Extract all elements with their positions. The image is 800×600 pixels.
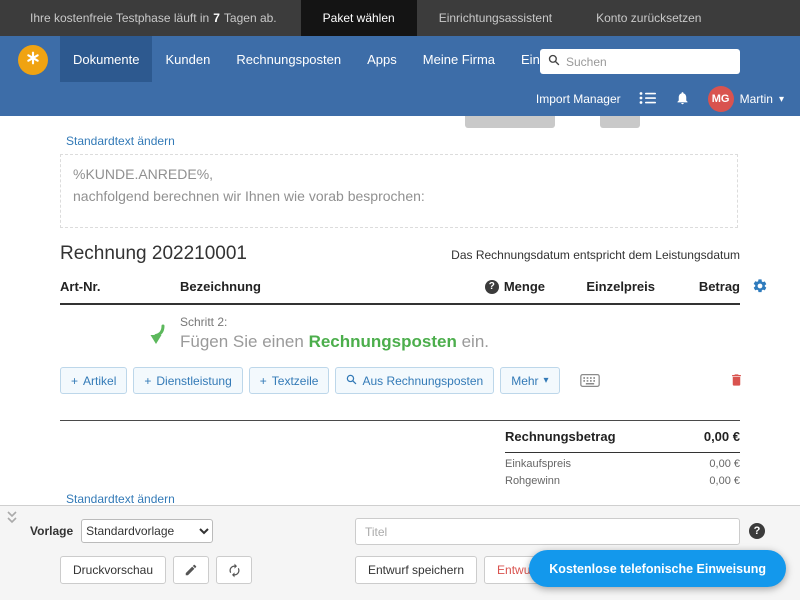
template-label: Vorlage — [30, 524, 73, 538]
gross-profit-row: Rohgewinn 0,00 € — [505, 470, 740, 487]
totals-block: Rechnungsbetrag 0,00 € Einkaufspreis 0,0… — [505, 421, 740, 487]
invoice-total-value: 0,00 € — [704, 429, 740, 444]
reset-account-button[interactable]: Konto zurücksetzen — [574, 0, 723, 36]
task-list-icon[interactable] — [639, 91, 657, 108]
table-settings-gear-icon[interactable] — [752, 278, 768, 299]
from-invoice-items-label: Aus Rechnungsposten — [362, 374, 483, 388]
step-text-after: ein. — [462, 332, 489, 351]
invoice-title-row: Rechnung 202210001 Das Rechnungsdatum en… — [60, 243, 740, 265]
cut-off-button[interactable] — [600, 116, 640, 128]
edit-standard-text-link-bottom[interactable]: Standardtext ändern — [66, 492, 175, 506]
navbar-secondary-row: Import Manager MG Martin ▾ — [0, 82, 800, 116]
choose-package-button[interactable]: Paket wählen — [301, 0, 417, 36]
add-service-button[interactable]: + Dienstleistung — [133, 367, 242, 394]
more-button[interactable]: Mehr ▾ — [500, 367, 559, 394]
from-invoice-items-button[interactable]: Aus Rechnungsposten — [335, 367, 494, 394]
column-art-nr: Art-Nr. — [60, 279, 180, 294]
trial-notice: Ihre kostenfreie Testphase läuft in 7 Ta… — [0, 0, 301, 36]
plus-icon: + — [71, 374, 78, 388]
avatar[interactable]: MG — [708, 86, 734, 112]
keyboard-shortcuts-icon[interactable] — [580, 373, 600, 388]
column-einzelpreis: Einzelpreis — [545, 279, 655, 294]
plus-icon: + — [260, 374, 267, 388]
title-input[interactable] — [355, 518, 740, 545]
search-icon — [548, 53, 560, 71]
chevron-down-icon: ▾ — [779, 94, 784, 105]
gross-profit-label: Rohgewinn — [505, 475, 560, 487]
menu-item-apps[interactable]: Apps — [354, 36, 410, 82]
step-hint: Schritt 2: Fügen Sie einen Rechnungspost… — [146, 315, 489, 354]
footer-left-buttons: Druckvorschau — [60, 556, 252, 584]
trial-text-suffix: Tagen ab. — [224, 11, 277, 25]
purchase-price-label: Einkaufspreis — [505, 458, 571, 470]
app-window: Ihre kostenfreie Testphase läuft in 7 Ta… — [0, 0, 800, 600]
add-article-label: Artikel — [83, 374, 116, 388]
invoice-date-note: Das Rechnungsdatum entspricht dem Leistu… — [451, 248, 740, 262]
plus-icon: + — [144, 374, 151, 388]
edit-standard-text-link-top[interactable]: Standardtext ändern — [66, 134, 175, 148]
asterisk-icon — [25, 50, 41, 71]
column-betrag: Betrag — [655, 279, 740, 294]
collapse-panel-icon[interactable] — [5, 510, 19, 527]
add-item-toolbar: + Artikel + Dienstleistung + Textzeile A… — [60, 367, 600, 394]
invoice-total-row: Rechnungsbetrag 0,00 € — [505, 421, 740, 453]
invoice-title: Rechnung 202210001 — [60, 243, 247, 265]
global-search — [540, 49, 740, 74]
chevron-down-icon: ▾ — [544, 375, 549, 386]
menge-help-icon[interactable]: ? — [485, 280, 499, 294]
more-label: Mehr — [511, 374, 538, 388]
user-menu[interactable]: MG Martin ▾ — [708, 86, 784, 112]
add-service-label: Dienstleistung — [156, 374, 231, 388]
items-table-header: Art-Nr. Bezeichnung ? Menge Einzelpreis … — [60, 279, 740, 305]
purchase-price-value: 0,00 € — [709, 458, 740, 470]
refresh-button[interactable] — [216, 556, 252, 584]
green-down-arrow-icon — [146, 323, 170, 354]
menu-item-dokumente[interactable]: Dokumente — [60, 36, 152, 82]
add-article-button[interactable]: + Artikel — [60, 367, 127, 394]
main-navbar: Dokumente Kunden Rechnungsposten Apps Me… — [0, 36, 800, 116]
step-text-before: Fügen Sie einen — [180, 332, 304, 351]
notifications-bell-icon[interactable] — [675, 90, 690, 109]
import-manager-link[interactable]: Import Manager — [536, 92, 621, 106]
step-label: Schritt 2: — [180, 315, 489, 329]
search-input[interactable] — [566, 55, 732, 69]
add-textline-label: Textzeile — [272, 374, 319, 388]
intro-text-area[interactable]: %KUNDE.ANREDE%, nachfolgend berechnen wi… — [60, 154, 738, 228]
brand-logo[interactable] — [18, 45, 48, 75]
search-icon — [346, 374, 357, 388]
user-name: Martin — [740, 92, 773, 106]
column-menge-label: Menge — [504, 279, 545, 294]
delete-row-trash-icon[interactable] — [729, 372, 744, 393]
purchase-price-row: Einkaufspreis 0,00 € — [505, 453, 740, 470]
template-selector: Vorlage Standardvorlage — [30, 519, 213, 543]
invoice-editor: Standardtext ändern %KUNDE.ANREDE%, nach… — [0, 116, 800, 505]
cut-off-button[interactable] — [465, 116, 555, 128]
column-bezeichnung: Bezeichnung — [180, 279, 415, 294]
trial-days-count: 7 — [213, 11, 220, 25]
setup-assistant-button[interactable]: Einrichtungsassistent — [417, 0, 574, 36]
print-preview-button[interactable]: Druckvorschau — [60, 556, 166, 584]
intro-line-2: nachfolgend berechnen wir Ihnen wie vora… — [73, 186, 725, 208]
intro-line-1: %KUNDE.ANREDE%, — [73, 164, 725, 186]
trial-text-prefix: Ihre kostenfreie Testphase läuft in — [30, 11, 209, 25]
edit-button[interactable] — [173, 556, 209, 584]
step-highlight: Rechnungsposten — [309, 332, 457, 351]
title-help-icon[interactable]: ? — [749, 523, 765, 539]
menu-item-rechnungsposten[interactable]: Rechnungsposten — [223, 36, 354, 82]
column-menge: ? Menge — [415, 279, 545, 294]
invoice-total-label: Rechnungsbetrag — [505, 429, 616, 444]
save-draft-button[interactable]: Entwurf speichern — [355, 556, 477, 584]
step-sentence: Fügen Sie einen Rechnungsposten ein. — [180, 332, 489, 352]
menu-item-meine-firma[interactable]: Meine Firma — [410, 36, 508, 82]
template-select[interactable]: Standardvorlage — [81, 519, 213, 543]
add-textline-button[interactable]: + Textzeile — [249, 367, 330, 394]
menu-item-kunden[interactable]: Kunden — [152, 36, 223, 82]
trial-topbar: Ihre kostenfreie Testphase läuft in 7 Ta… — [0, 0, 800, 36]
gross-profit-value: 0,00 € — [709, 475, 740, 487]
step-hint-text: Schritt 2: Fügen Sie einen Rechnungspost… — [180, 315, 489, 352]
free-phone-onboarding-pill[interactable]: Kostenlose telefonische Einweisung — [529, 550, 786, 587]
